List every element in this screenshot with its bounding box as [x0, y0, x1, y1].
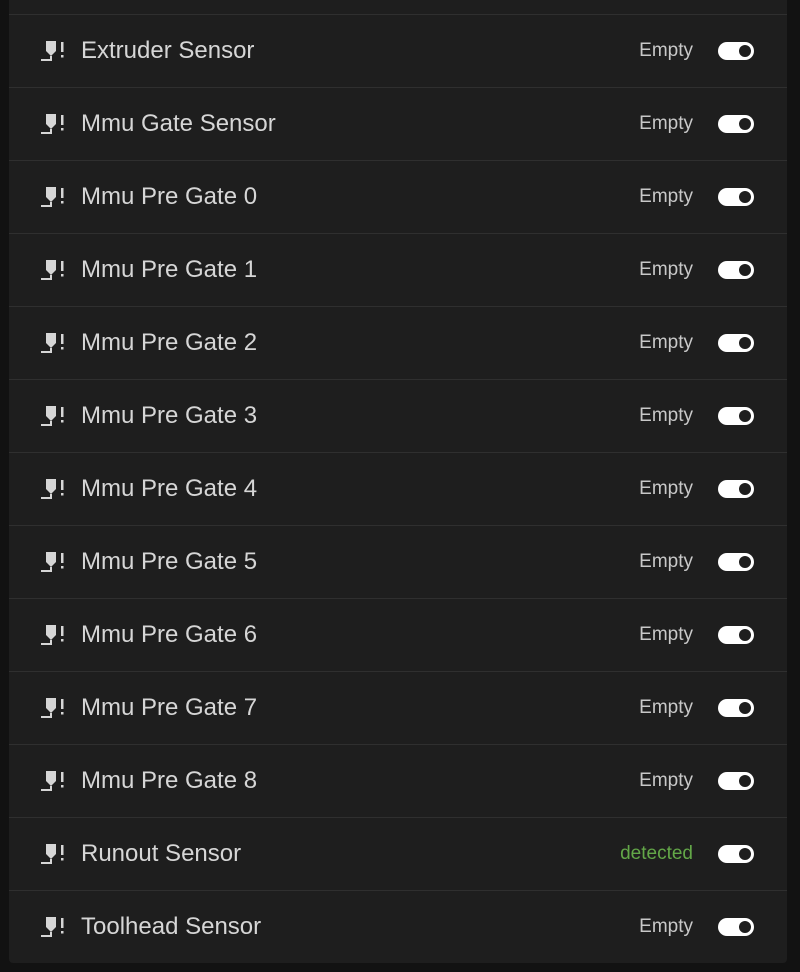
toggle-knob — [739, 921, 751, 933]
sensor-enable-toggle[interactable] — [718, 480, 754, 498]
sensor-name: Mmu Pre Gate 3 — [81, 402, 258, 429]
sensor-row-mmu-pre-gate-6: Mmu Pre Gate 6 Empty — [9, 598, 787, 671]
sensor-row-mmu-gate-sensor: Mmu Gate Sensor Empty — [9, 87, 787, 160]
sensor-enable-toggle[interactable] — [718, 42, 754, 60]
toggle-knob — [739, 45, 751, 57]
sensor-row-extruder-sensor: Extruder Sensor Empty — [9, 14, 787, 87]
sensor-status: Empty — [639, 697, 693, 718]
sensor-enable-toggle[interactable] — [718, 772, 754, 790]
sensor-enable-toggle[interactable] — [718, 845, 754, 863]
toggle-knob — [739, 410, 751, 422]
toggle-knob — [739, 556, 751, 568]
sensor-status: Empty — [639, 624, 693, 645]
sensor-name: Mmu Pre Gate 8 — [81, 767, 258, 794]
toggle-knob — [739, 118, 751, 130]
sensor-name: Mmu Gate Sensor — [81, 110, 276, 137]
sensor-status: Empty — [639, 186, 693, 207]
filament-sensor-alert-icon — [39, 40, 67, 64]
sensor-row-runout-sensor: Runout Sensor detected — [9, 817, 787, 890]
sensor-name: Mmu Pre Gate 7 — [81, 694, 258, 721]
sensor-name: Mmu Pre Gate 2 — [81, 329, 258, 356]
sensor-status: Empty — [639, 332, 693, 353]
toggle-knob — [739, 848, 751, 860]
sensor-enable-toggle[interactable] — [718, 626, 754, 644]
sensor-enable-toggle[interactable] — [718, 918, 754, 936]
filament-sensor-alert-icon — [39, 478, 67, 502]
sensor-name: Mmu Pre Gate 0 — [81, 183, 258, 210]
toggle-knob — [739, 191, 751, 203]
sensor-enable-toggle[interactable] — [718, 334, 754, 352]
sensor-status: Empty — [639, 405, 693, 426]
sensor-enable-toggle[interactable] — [718, 188, 754, 206]
toggle-knob — [739, 483, 751, 495]
toggle-knob — [739, 775, 751, 787]
filament-sensor-alert-icon — [39, 697, 67, 721]
sensor-row-mmu-pre-gate-3: Mmu Pre Gate 3 Empty — [9, 379, 787, 452]
sensor-row-mmu-pre-gate-5: Mmu Pre Gate 5 Empty — [9, 525, 787, 598]
sensor-enable-toggle[interactable] — [718, 699, 754, 717]
sensor-row-toolhead-sensor: Toolhead Sensor Empty — [9, 890, 787, 963]
sensor-name: Mmu Pre Gate 6 — [81, 621, 258, 648]
sensor-name: Extruder Sensor — [81, 37, 255, 64]
sensor-status: detected — [620, 843, 693, 864]
sensor-name: Mmu Pre Gate 1 — [81, 256, 258, 283]
filament-sensor-alert-icon — [39, 332, 67, 356]
sensor-status: Empty — [639, 259, 693, 280]
sensor-name: Mmu Pre Gate 4 — [81, 475, 258, 502]
sensor-enable-toggle[interactable] — [718, 407, 754, 425]
sensor-name: Mmu Pre Gate 5 — [81, 548, 258, 575]
sensor-status: Empty — [639, 551, 693, 572]
sensor-row-mmu-pre-gate-7: Mmu Pre Gate 7 Empty — [9, 671, 787, 744]
filament-sensor-alert-icon — [39, 405, 67, 429]
toggle-knob — [739, 264, 751, 276]
filament-sensor-alert-icon — [39, 186, 67, 210]
sensor-status: Empty — [639, 478, 693, 499]
sensor-status: Empty — [639, 770, 693, 791]
filament-sensor-alert-icon — [39, 624, 67, 648]
sensor-name: Runout Sensor — [81, 840, 242, 867]
filament-sensor-alert-icon — [39, 551, 67, 575]
filament-sensor-alert-icon — [39, 916, 67, 940]
sensor-row-mmu-pre-gate-2: Mmu Pre Gate 2 Empty — [9, 306, 787, 379]
sensor-status: Empty — [639, 40, 693, 61]
toggle-knob — [739, 702, 751, 714]
sensor-enable-toggle[interactable] — [718, 261, 754, 279]
sensor-name: Toolhead Sensor — [81, 913, 262, 940]
toggle-knob — [739, 337, 751, 349]
sensor-status: Empty — [639, 113, 693, 134]
sensor-row-mmu-pre-gate-8: Mmu Pre Gate 8 Empty — [9, 744, 787, 817]
sensor-enable-toggle[interactable] — [718, 553, 754, 571]
sensor-enable-toggle[interactable] — [718, 115, 754, 133]
sensor-row-mmu-pre-gate-0: Mmu Pre Gate 0 Empty — [9, 160, 787, 233]
filament-sensor-alert-icon — [39, 770, 67, 794]
sensor-row-mmu-pre-gate-1: Mmu Pre Gate 1 Empty — [9, 233, 787, 306]
filament-sensor-alert-icon — [39, 259, 67, 283]
sensor-row-mmu-pre-gate-4: Mmu Pre Gate 4 Empty — [9, 452, 787, 525]
sensor-status: Empty — [639, 916, 693, 937]
toggle-knob — [739, 629, 751, 641]
filament-sensors-panel: Extruder Sensor Empty Mmu Gate Sensor Em… — [9, 0, 787, 963]
filament-sensor-alert-icon — [39, 843, 67, 867]
filament-sensor-alert-icon — [39, 113, 67, 137]
